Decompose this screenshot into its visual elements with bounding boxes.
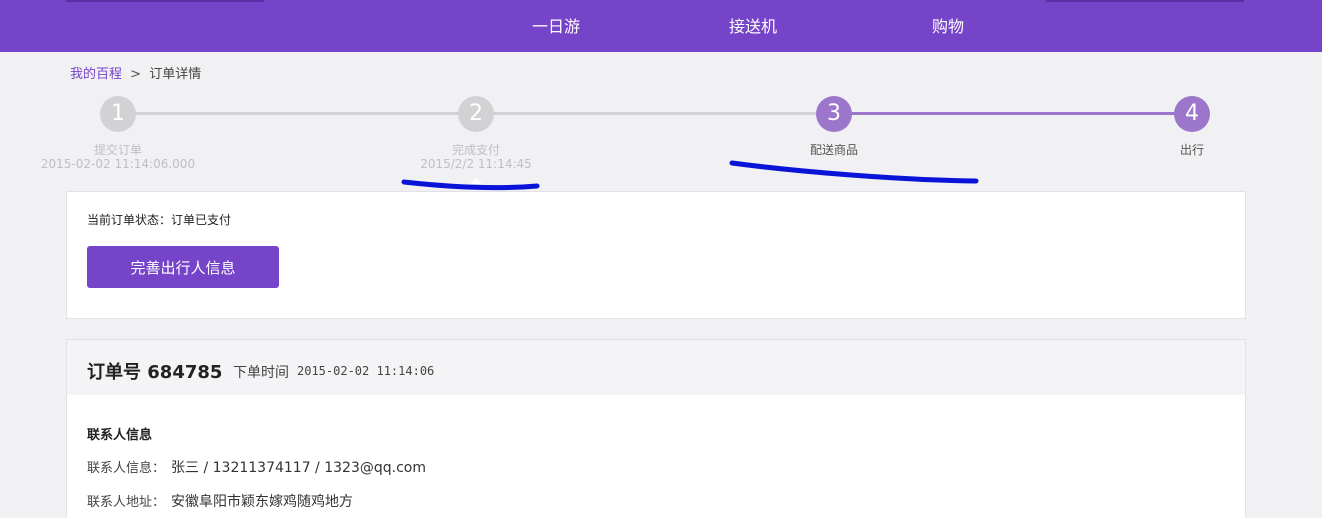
order-header: 订单号 684785 下单时间 2015-02-02 11:14:06 xyxy=(67,340,1245,395)
step-track-3-4 xyxy=(834,112,1192,115)
order-number-title: 订单号 684785 xyxy=(87,362,223,383)
step-label-2: 完成支付 xyxy=(451,143,500,157)
complete-traveler-info-button[interactable]: 完善出行人信息 xyxy=(87,246,279,288)
breadcrumb-home-link[interactable]: 我的百程 xyxy=(70,67,122,82)
step-track-2-3 xyxy=(476,112,834,115)
nav-edge-left xyxy=(66,0,264,2)
breadcrumb: 我的百程 > 订单详情 xyxy=(70,66,201,84)
contact-section-title: 联系人信息 xyxy=(87,428,153,443)
nav-item-day-tour[interactable]: 一日游 xyxy=(532,17,580,37)
order-status-text: 当前订单状态：订单已支付 xyxy=(87,213,232,227)
nav-edge-right xyxy=(1046,0,1244,2)
contact-info-row: 联系人信息： 张三 / 13211374117 / 1323@qq.com xyxy=(87,457,426,477)
step-pointer-caret xyxy=(470,178,482,184)
breadcrumb-separator: > xyxy=(130,67,142,82)
contact-info-label: 联系人信息： xyxy=(87,461,166,476)
step-circle-3: 3 xyxy=(816,96,852,132)
step-track-1-2 xyxy=(118,112,476,115)
step-label-1: 提交订单 xyxy=(93,143,142,157)
step-circle-4: 4 xyxy=(1174,96,1210,132)
step-time-1: 2015-02-02 11:14:06.000 xyxy=(40,157,196,171)
order-time-label: 下单时间 xyxy=(233,365,289,381)
order-status-panel: 当前订单状态：订单已支付 完善出行人信息 xyxy=(66,191,1246,319)
top-nav-bar: 一日游 接送机 购物 xyxy=(0,0,1322,52)
contact-address-row: 联系人地址： 安徽阜阳市颖东嫁鸡随鸡地方 xyxy=(87,491,353,511)
step-label-4: 出行 xyxy=(1179,143,1204,157)
nav-item-airport-transfer[interactable]: 接送机 xyxy=(729,17,777,37)
order-progress-steps: 1 2 3 4 提交订单 2015-02-02 11:14:06.000 完成支… xyxy=(0,90,1322,190)
order-time-value: 2015-02-02 11:14:06 xyxy=(297,364,435,378)
step-label-3: 配送商品 xyxy=(809,143,858,157)
nav-item-shopping[interactable]: 购物 xyxy=(932,17,964,37)
contact-address-label: 联系人地址： xyxy=(87,495,166,510)
step-time-2: 2015/2/2 11:14:45 xyxy=(420,157,532,171)
order-detail-panel: 订单号 684785 下单时间 2015-02-02 11:14:06 联系人信… xyxy=(66,339,1246,518)
contact-address-value: 安徽阜阳市颖东嫁鸡随鸡地方 xyxy=(171,494,354,510)
step-circle-1: 1 xyxy=(100,96,136,132)
step-circle-2: 2 xyxy=(458,96,494,132)
contact-info-value: 张三 / 13211374117 / 1323@qq.com xyxy=(171,460,426,476)
breadcrumb-current: 订单详情 xyxy=(149,67,202,82)
